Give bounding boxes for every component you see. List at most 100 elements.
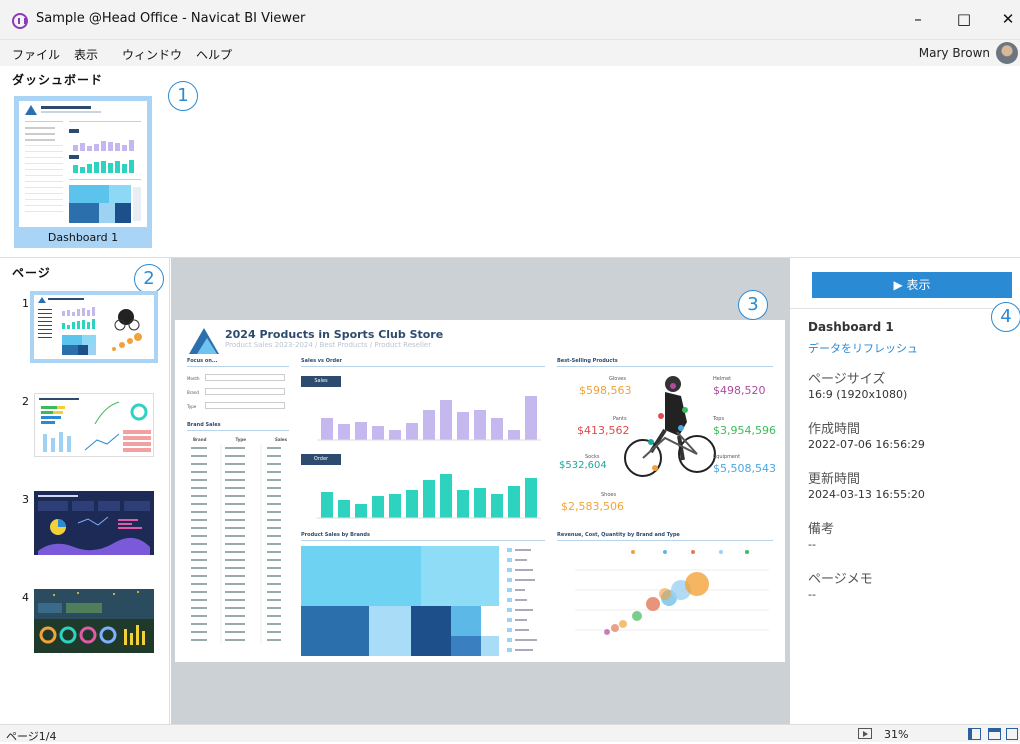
navicat-app-icon	[12, 13, 28, 29]
status-bar: ページ1/4 31%	[0, 724, 1020, 743]
page-memo-value: --	[808, 588, 816, 601]
pages-panel: ページ 2 1 2 3 4	[0, 258, 170, 724]
best-selling-rule	[557, 366, 773, 367]
dashboard-preview-page: 2024 Products in Sports Club Store Produ…	[175, 320, 785, 662]
sales-vs-order-heading: Sales vs Order	[301, 358, 342, 364]
title-bar: Sample @Head Office - Navicat BI Viewer …	[0, 0, 1020, 40]
callout-4: 4	[991, 302, 1020, 332]
best-pants-label: Pants	[613, 416, 627, 422]
dashboards-heading: ダッシュボード	[12, 73, 104, 87]
page-thumbnail-frame	[30, 487, 158, 559]
minimize-button[interactable]: –	[898, 4, 938, 34]
created-label: 作成時間	[808, 422, 861, 437]
filter-type-select[interactable]	[205, 402, 285, 409]
menu-help[interactable]: ヘルプ	[196, 46, 232, 63]
page-thumbnail-frame	[30, 291, 158, 363]
sales-bar-chart	[317, 396, 541, 441]
updated-value: 2024-03-13 16:55:20	[808, 488, 925, 501]
layout-single-icon[interactable]	[1006, 728, 1018, 740]
best-pants-value: $413,562	[577, 424, 630, 437]
preview-title: 2024 Products in Sports Club Store	[225, 328, 444, 341]
filter-brand-label: Brand	[187, 390, 199, 395]
updated-label: 更新時間	[808, 472, 861, 487]
bubble-chart	[575, 550, 769, 635]
store-logo-icon	[189, 328, 219, 354]
brand-sales-rule	[187, 430, 289, 431]
layout-sidebar-icon[interactable]	[968, 728, 981, 740]
focus-heading: Focus on...	[187, 358, 218, 364]
present-icon[interactable]	[858, 728, 872, 739]
focus-rule	[187, 366, 289, 367]
best-gloves-value: $598,563	[579, 384, 632, 397]
created-value: 2022-07-06 16:56:29	[808, 438, 925, 451]
best-helmet-value: $498,520	[713, 384, 766, 397]
best-equipment-label: Equipment	[713, 454, 741, 460]
page-thumbnail-image	[34, 589, 154, 653]
window-title: Sample @Head Office - Navicat BI Viewer	[36, 11, 306, 26]
maximize-button[interactable]: □	[944, 4, 984, 34]
sales-vs-order-rule	[301, 366, 545, 367]
filter-month-label: Month	[187, 376, 200, 381]
order-button[interactable]: Order	[301, 454, 341, 465]
best-shoes-label: Shoes	[601, 492, 617, 498]
filter-brand-select[interactable]	[205, 388, 285, 395]
refresh-data-link[interactable]: データをリフレッシュ	[808, 340, 918, 356]
page-number: 1	[22, 297, 29, 310]
brand-table-rows	[191, 444, 281, 644]
page-number: 4	[22, 591, 29, 604]
revenue-heading: Revenue, Cost, Quantity by Brand and Typ…	[557, 532, 680, 538]
dashboard-thumbnail-card[interactable]: Dashboard 1	[14, 96, 152, 248]
page-number: 2	[22, 395, 29, 408]
best-selling-heading: Best-Selling Products	[557, 358, 618, 364]
close-button[interactable]: ✕	[988, 4, 1020, 34]
page-thumbnail-image	[34, 491, 154, 555]
best-shoes-value: $2,583,506	[561, 500, 624, 513]
sales-button[interactable]: Sales	[301, 376, 341, 387]
menu-file[interactable]: ファイル	[12, 46, 60, 63]
layout-top-icon[interactable]	[988, 728, 1001, 740]
callout-1: 1	[168, 81, 198, 111]
menu-view[interactable]: 表示	[74, 46, 98, 63]
order-bar-chart	[317, 474, 541, 519]
page-size-label: ページサイズ	[808, 372, 886, 387]
filter-type-label: Type	[187, 404, 197, 409]
page-size-value: 16:9 (1920x1080)	[808, 388, 908, 401]
dashboard-thumbnail-image	[19, 101, 147, 227]
user-name[interactable]: Mary Brown	[919, 46, 990, 60]
page-number: 3	[22, 493, 29, 506]
product-sales-rule	[301, 540, 545, 541]
table-col-sales: Sales	[274, 437, 287, 442]
best-gloves-label: Gloves	[609, 376, 626, 382]
menu-bar: ファイル 表示 ウィンドウ ヘルプ Mary Brown	[0, 40, 1020, 66]
best-helmet-label: Helmet	[713, 376, 732, 382]
preview-subtitle: Product Sales 2023-2024 / Best Products …	[225, 341, 432, 349]
dashboard-info-panel: ▶ 表示 4 Dashboard 1 データをリフレッシュ ページサイズ 16:…	[790, 258, 1020, 724]
menu-window[interactable]: ウィンドウ	[122, 46, 182, 63]
cyclist-image	[624, 376, 716, 477]
zoom-level[interactable]: 31%	[884, 728, 908, 741]
panel-divider	[790, 308, 1020, 309]
page-thumbnail-image	[34, 393, 154, 457]
avatar-icon[interactable]	[996, 42, 1018, 64]
show-button[interactable]: ▶ 表示	[812, 272, 1012, 298]
remarks-value: --	[808, 538, 816, 551]
table-col-brand: Brand	[193, 437, 207, 442]
page-thumbnail-frame	[30, 585, 158, 657]
best-equipment-value: $5,508,543	[713, 462, 776, 475]
dashboard-name: Dashboard 1	[808, 320, 894, 334]
product-sales-heading: Product Sales by Brands	[301, 532, 370, 538]
treemap	[301, 546, 537, 656]
page-memo-label: ページメモ	[808, 572, 873, 587]
best-tops-label: Tops	[713, 416, 725, 422]
page-thumbnail-frame	[30, 389, 158, 461]
callout-2: 2	[134, 264, 164, 294]
best-socks-value: $532,604	[559, 460, 607, 471]
page-thumbnail-image	[34, 295, 154, 359]
brand-table-header: Brand Type Sales	[193, 437, 287, 442]
dashboard-thumbnail-label: Dashboard 1	[47, 231, 119, 244]
filter-month-select[interactable]	[205, 374, 285, 381]
revenue-rule	[557, 540, 773, 541]
dashboard-preview-canvas[interactable]: 3 2024 Products in Sports Club Store Pro…	[171, 258, 790, 724]
remarks-label: 備考	[808, 522, 835, 537]
pages-heading: ページ	[12, 266, 51, 280]
